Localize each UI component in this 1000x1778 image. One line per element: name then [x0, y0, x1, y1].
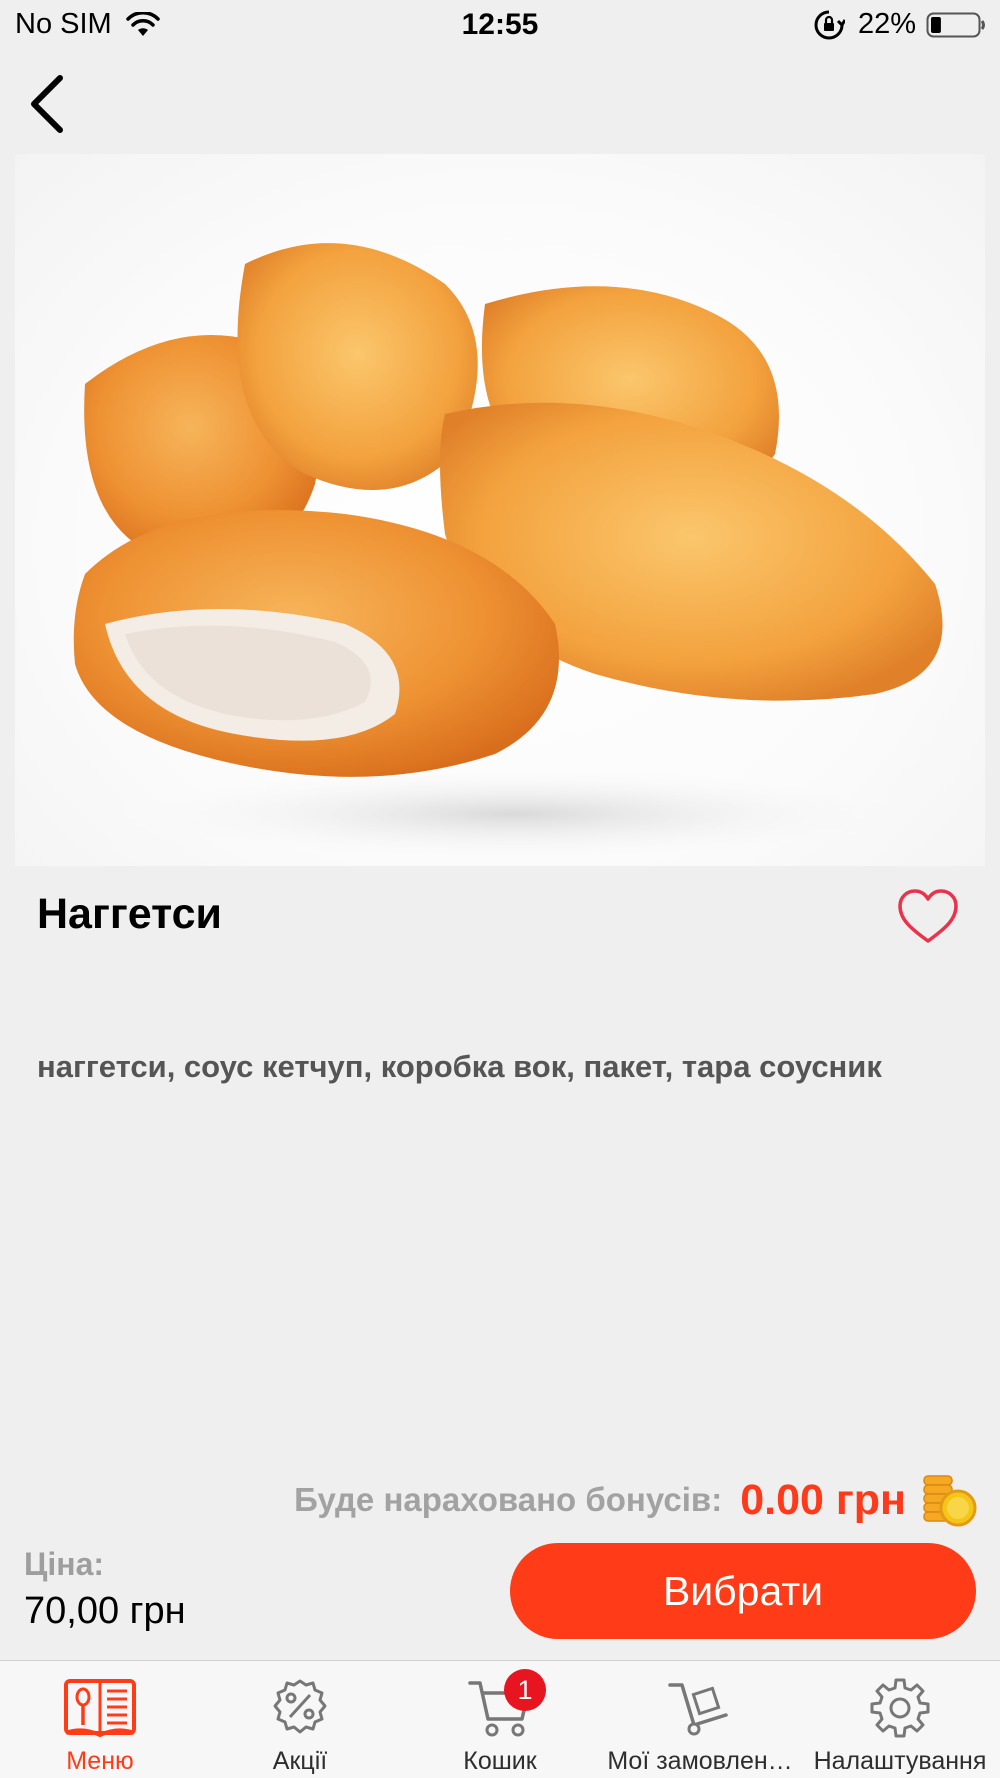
cart-badge: 1	[504, 1669, 546, 1711]
favorite-button[interactable]	[896, 888, 960, 946]
bonus-row: Буде нараховано бонусів: 0.00 грн	[294, 1472, 978, 1528]
chevron-left-icon	[31, 75, 63, 133]
bonus-value: 0.00 грн	[740, 1475, 906, 1524]
product-title: Наггетси	[37, 890, 222, 938]
price-value: 70,00 грн	[24, 1590, 186, 1632]
tab-settings[interactable]: Налаштування	[800, 1661, 1000, 1778]
tab-my-orders[interactable]: Мої замовлен…	[600, 1661, 800, 1778]
menu-book-icon	[62, 1675, 138, 1741]
back-button[interactable]	[20, 70, 76, 136]
orientation-lock-icon	[813, 9, 847, 41]
coins-icon	[920, 1472, 978, 1528]
tab-my-orders-label: Мої замовлен…	[607, 1747, 793, 1775]
status-bar: No SIM 12:55 22%	[0, 0, 1000, 50]
tab-menu[interactable]: Меню	[0, 1661, 200, 1778]
tab-settings-label: Налаштування	[813, 1747, 987, 1775]
discount-gear-icon	[262, 1675, 338, 1741]
product-image	[15, 154, 985, 866]
product-description: наггетси, соус кетчуп, коробка вок, паке…	[37, 1049, 882, 1084]
settings-gear-icon	[862, 1675, 938, 1741]
tab-promotions[interactable]: Акції	[200, 1661, 400, 1778]
heart-outline-icon	[898, 889, 958, 943]
price-label: Ціна:	[24, 1546, 105, 1582]
battery-icon	[926, 12, 986, 38]
bonus-label: Буде нараховано бонусів:	[294, 1481, 723, 1518]
tab-cart-label: Кошик	[463, 1747, 537, 1775]
tab-bar: Меню Акції Кошик 1 Мої замовлен… Налашту…	[0, 1660, 1000, 1778]
tab-promotions-label: Акції	[272, 1747, 328, 1775]
clock: 12:55	[461, 8, 539, 41]
tab-cart[interactable]: Кошик	[400, 1661, 600, 1778]
hand-truck-icon	[662, 1675, 738, 1741]
tab-menu-label: Меню	[66, 1747, 134, 1775]
battery-percent: 22%	[858, 8, 917, 40]
choose-button[interactable]: Вибрати	[510, 1543, 976, 1639]
